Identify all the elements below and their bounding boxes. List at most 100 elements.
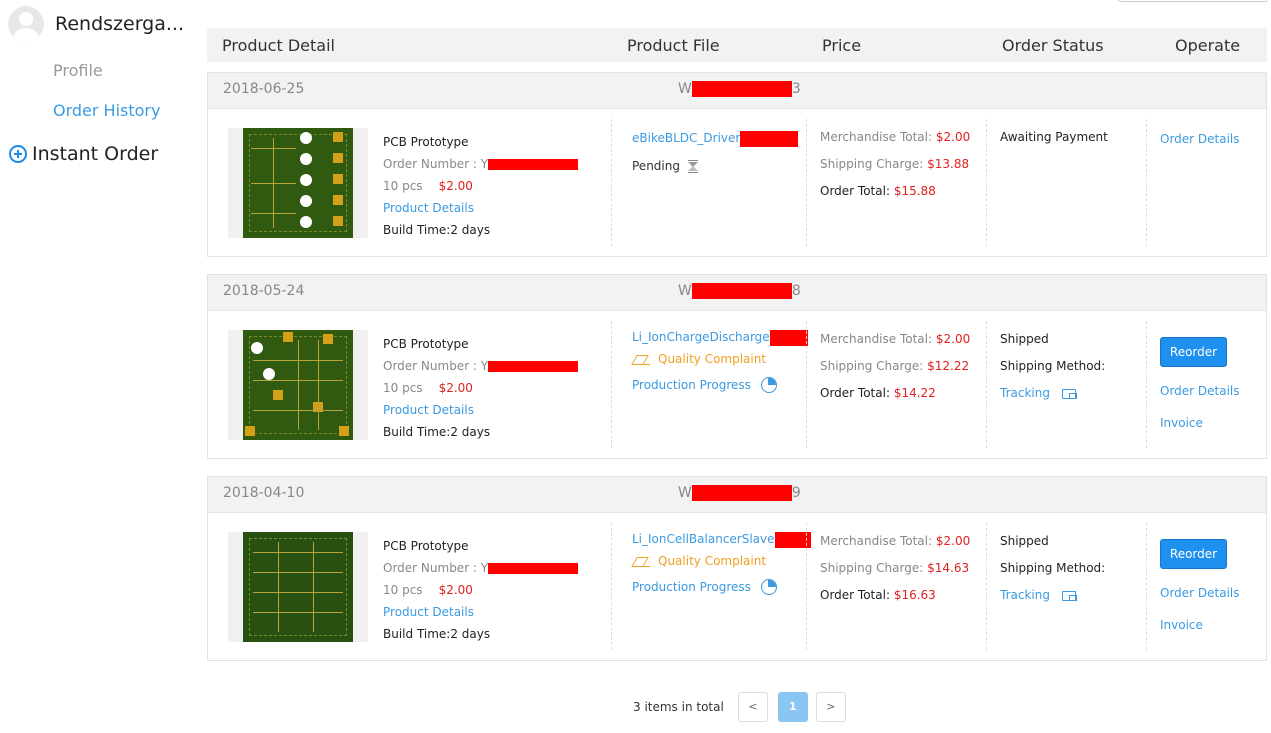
- order-header: 2018-05-24 W8: [208, 275, 1266, 311]
- col-product-detail: Product Detail: [222, 36, 335, 55]
- invoice-link[interactable]: Invoice: [1160, 416, 1203, 430]
- unit-price: $2.00: [438, 179, 473, 193]
- top-search-box[interactable]: [1118, 0, 1268, 2]
- status-text: Awaiting Payment: [1000, 130, 1108, 144]
- user-avatar-icon: [8, 6, 44, 42]
- user-block[interactable]: Rendszerga...: [8, 6, 184, 42]
- price-block: Merchandise Total: $2.00 Shipping Charge…: [820, 130, 971, 198]
- product-qty: 10 pcs $2.00: [383, 179, 473, 193]
- quality-complaint-icon: [632, 555, 650, 567]
- product-title: PCB Prototype: [383, 337, 469, 351]
- tracking-link[interactable]: Tracking: [1000, 380, 1105, 407]
- product-title: PCB Prototype: [383, 135, 469, 149]
- col-price: Price: [822, 36, 862, 55]
- next-page-button[interactable]: >: [815, 692, 846, 722]
- shipping-charge: $14.63: [927, 561, 970, 575]
- order-header: 2018-04-10 W9: [208, 477, 1266, 513]
- file-status: Pending: [632, 155, 798, 177]
- order-date: 2018-05-24: [223, 283, 305, 299]
- table-header: Product Detail Product File Price Order …: [207, 28, 1267, 62]
- pcb-thumbnail[interactable]: [228, 330, 368, 440]
- unit-price: $2.00: [438, 381, 473, 395]
- col-operate: Operate: [1175, 36, 1241, 55]
- order-id: W3: [678, 81, 801, 97]
- progress-pie-icon: [760, 579, 777, 595]
- status-text: Shipped: [1000, 332, 1049, 346]
- hourglass-icon: [687, 159, 698, 173]
- price-block: Merchandise Total: $2.00 Shipping Charge…: [820, 332, 971, 400]
- reorder-button[interactable]: Reorder: [1160, 337, 1227, 367]
- tracking-link[interactable]: Tracking: [1000, 582, 1105, 609]
- order-row: 2018-05-24 W8 PCB Prototype Order Number…: [207, 274, 1267, 459]
- sidebar-item-profile[interactable]: Profile: [53, 61, 103, 80]
- shipping-method: Shipping Method:: [1000, 561, 1106, 575]
- build-time: Build Time:2 days: [383, 223, 491, 237]
- merch-total: $2.00: [935, 130, 971, 144]
- product-details-link[interactable]: Product Details: [383, 197, 578, 219]
- plus-circle-icon: [9, 145, 27, 163]
- production-progress-link[interactable]: Production Progress: [632, 374, 808, 396]
- order-total: $16.63: [893, 588, 936, 602]
- production-progress-link[interactable]: Production Progress: [632, 576, 811, 598]
- file-name-link[interactable]: eBikeBLDC_Driver: [632, 127, 799, 149]
- order-number: Order Number : Y: [383, 153, 579, 175]
- prev-page-button[interactable]: <: [737, 692, 768, 722]
- order-id: W8: [678, 283, 801, 299]
- merch-total: $2.00: [935, 534, 971, 548]
- order-id: W9: [678, 485, 801, 501]
- unit-price: $2.00: [438, 583, 473, 597]
- sidebar: Rendszerga... Profile Order History Inst…: [0, 0, 200, 733]
- product-info: PCB Prototype Order Number : Y 10 pcs $2.…: [383, 131, 579, 241]
- reorder-button[interactable]: Reorder: [1160, 539, 1227, 569]
- order-date: 2018-04-10: [223, 485, 305, 501]
- order-status: Shipped Shipping Method: Tracking: [1000, 528, 1105, 609]
- invoice-link[interactable]: Invoice: [1160, 618, 1203, 632]
- username: Rendszerga...: [55, 13, 185, 35]
- shipping-charge: $12.22: [927, 359, 970, 373]
- product-info: PCB Prototype Order Number : Y 10 pcs $2.…: [383, 535, 579, 645]
- order-status: Shipped Shipping Method: Tracking: [1000, 326, 1105, 407]
- order-number: Order Number : Y: [383, 355, 579, 377]
- progress-pie-icon: [760, 377, 777, 393]
- product-title: PCB Prototype: [383, 539, 469, 553]
- pcb-thumbnail[interactable]: [228, 532, 368, 642]
- product-file: Li_IonChargeDischarge Quality Complaint …: [632, 326, 808, 396]
- pagination: 3 items in total < 1 >: [633, 692, 846, 722]
- instant-order-link[interactable]: Instant Order: [9, 143, 158, 165]
- order-details-link[interactable]: Order Details: [1160, 586, 1240, 600]
- product-file: eBikeBLDC_Driver Pending: [632, 127, 799, 177]
- order-details-link[interactable]: Order Details: [1160, 132, 1240, 146]
- product-qty: 10 pcs $2.00: [383, 583, 473, 597]
- total-count: 3 items in total: [633, 700, 724, 714]
- instant-order-label: Instant Order: [32, 143, 159, 165]
- order-details-link[interactable]: Order Details: [1160, 384, 1240, 398]
- col-product-file: Product File: [627, 36, 720, 55]
- file-name-link[interactable]: Li_IonChargeDischarge: [632, 326, 808, 348]
- build-time: Build Time:2 days: [383, 425, 491, 439]
- price-block: Merchandise Total: $2.00 Shipping Charge…: [820, 534, 971, 602]
- page-1-button[interactable]: 1: [777, 692, 808, 722]
- order-status: Awaiting Payment: [1000, 124, 1108, 151]
- sidebar-item-order-history[interactable]: Order History: [53, 101, 160, 120]
- product-details-link[interactable]: Product Details: [383, 399, 578, 421]
- file-name-link[interactable]: Li_IonCellBalancerSlave: [632, 528, 811, 550]
- build-time: Build Time:2 days: [383, 627, 491, 641]
- order-row: 2018-06-25 W3 PCB Prototype Order Number…: [207, 72, 1267, 257]
- shipping-method: Shipping Method:: [1000, 359, 1106, 373]
- status-text: Shipped: [1000, 534, 1049, 548]
- quality-complaint-link[interactable]: Quality Complaint: [632, 550, 811, 572]
- product-file: Li_IonCellBalancerSlave Quality Complain…: [632, 528, 811, 598]
- order-number: Order Number : Y: [383, 557, 579, 579]
- quality-complaint-link[interactable]: Quality Complaint: [632, 348, 808, 370]
- pcb-thumbnail[interactable]: [228, 128, 368, 238]
- quality-complaint-icon: [632, 353, 650, 365]
- order-total: $15.88: [893, 184, 936, 198]
- shipping-charge: $13.88: [927, 157, 970, 171]
- product-details-link[interactable]: Product Details: [383, 601, 578, 623]
- order-row: 2018-04-10 W9 PCB Prototype Order Number…: [207, 476, 1267, 661]
- order-date: 2018-06-25: [223, 81, 305, 97]
- order-header: 2018-06-25 W3: [208, 73, 1266, 109]
- product-info: PCB Prototype Order Number : Y 10 pcs $2.…: [383, 333, 579, 443]
- truck-icon: [1061, 388, 1077, 399]
- col-order-status: Order Status: [1002, 36, 1104, 55]
